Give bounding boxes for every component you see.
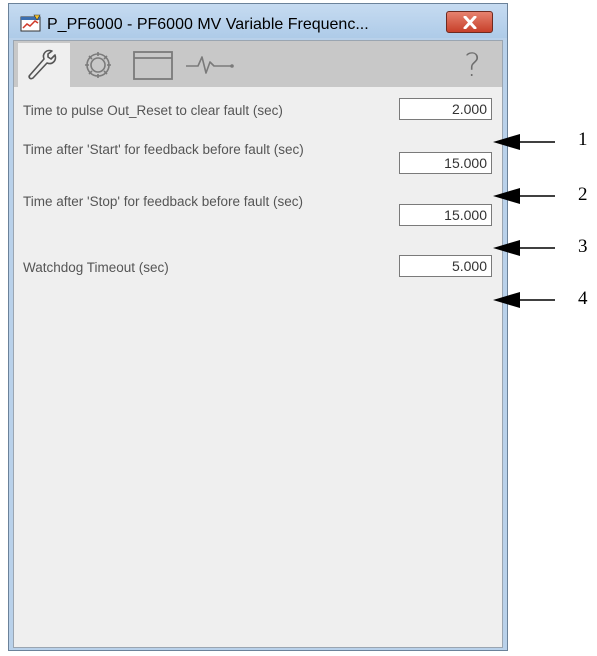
faceplate-window: P_PF6000 - PF6000 MV Variable Frequenc..…	[8, 3, 508, 651]
faceplate-content: ? Time to pulse Out_Reset to clear fault…	[13, 40, 503, 648]
reset-pulse-time-input[interactable]	[399, 98, 492, 120]
help-icon: ?	[464, 46, 481, 84]
watchdog-timeout-input[interactable]	[399, 255, 492, 277]
setting-label: Time after 'Start' for feedback before f…	[23, 142, 304, 157]
setting-label: Time after 'Stop' for feedback before fa…	[23, 194, 304, 209]
title-bar[interactable]: P_PF6000 - PF6000 MV Variable Frequenc..…	[9, 4, 507, 38]
tab-configuration[interactable]	[74, 43, 126, 87]
gear-icon	[85, 52, 111, 78]
callout-number-2: 2	[578, 184, 588, 205]
setting-label: Watchdog Timeout (sec)	[23, 260, 169, 275]
tab-trend[interactable]	[182, 43, 242, 87]
callout-number-3: 3	[578, 236, 588, 257]
wrench-icon	[28, 49, 57, 80]
app-icon	[20, 14, 41, 32]
close-icon	[463, 16, 477, 29]
trend-icon	[186, 56, 234, 74]
start-feedback-time-input[interactable]	[399, 152, 492, 174]
tab-bar: ?	[14, 41, 502, 87]
stop-feedback-time-input[interactable]	[399, 204, 492, 226]
setting-label: Time to pulse Out_Reset to clear fault (…	[23, 103, 283, 118]
help-button[interactable]: ?	[450, 43, 498, 87]
tab-display[interactable]	[128, 43, 180, 87]
callout-number-4: 4	[578, 288, 588, 309]
close-button[interactable]	[446, 11, 493, 33]
window-icon	[133, 51, 173, 80]
callout-number-1: 1	[578, 129, 588, 150]
window-title: P_PF6000 - PF6000 MV Variable Frequenc..…	[47, 16, 369, 33]
tab-engineering[interactable]	[18, 43, 70, 87]
